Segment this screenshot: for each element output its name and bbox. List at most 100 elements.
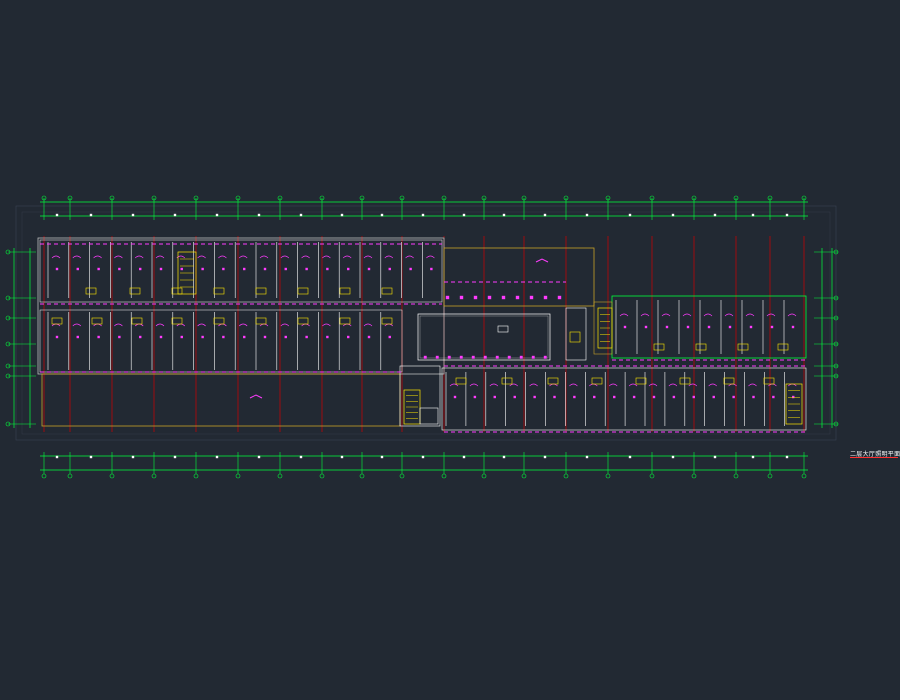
axis-bubble-bottom (691, 473, 697, 479)
light-fixture (134, 255, 144, 259)
axis-bubble-bottom (441, 473, 447, 479)
light-fixture (322, 323, 331, 327)
switch-mark (284, 267, 287, 271)
dimension-mark (380, 213, 384, 217)
bath-fixture (455, 377, 467, 385)
light-fixture (301, 255, 310, 259)
switch-mark (707, 325, 711, 329)
switch-mark (201, 267, 204, 271)
elevator-car (569, 331, 581, 343)
annotation-mark (535, 258, 549, 263)
switch-mark (613, 395, 616, 399)
light-fixture (197, 255, 206, 259)
atrium-symbol (497, 325, 509, 333)
switch-mark (644, 325, 648, 329)
bath-fixture (695, 343, 707, 351)
switch-mark (712, 395, 715, 399)
switch-mark (180, 335, 184, 339)
dimension-mark (628, 455, 632, 459)
switch-mark (326, 267, 329, 271)
atrium-fixture (507, 355, 511, 359)
switch-mark (76, 335, 80, 339)
room-partitions (40, 242, 806, 433)
light-fixture (405, 255, 414, 259)
axis-bubble-bottom (151, 473, 157, 479)
right-block-south-wing (441, 367, 807, 431)
atrium-fixture (459, 355, 463, 359)
atrium-fixture (471, 355, 475, 359)
column-grid-lines (43, 236, 805, 432)
switch-mark (573, 395, 576, 399)
switch-mark (242, 267, 246, 271)
bath-fixture (213, 287, 225, 295)
light-fixture (766, 313, 776, 317)
atrium-fixture (495, 355, 499, 359)
connector-fixture (445, 295, 450, 300)
switch-mark (686, 325, 690, 329)
light-fixture (668, 383, 678, 387)
axis-bubble-bottom (277, 473, 283, 479)
connector-fixture (487, 295, 492, 300)
connector-fixture (501, 295, 506, 300)
bath-fixture (339, 317, 351, 325)
switch-mark (367, 267, 371, 271)
light-fixture (529, 383, 538, 387)
switch-mark (138, 267, 142, 271)
switch-mark (326, 335, 329, 339)
light-fixture (724, 313, 734, 317)
dimension-mark (421, 455, 425, 459)
switch-mark (118, 267, 121, 271)
atrium-fixture (531, 355, 535, 359)
dimension-mark (299, 455, 303, 459)
axis-bubble-bottom (235, 473, 241, 479)
dimension-mark (55, 213, 59, 217)
light-fixture (114, 323, 123, 327)
switch-mark (728, 325, 732, 329)
axis-bubble-bottom (319, 473, 325, 479)
dimension-mark (585, 213, 589, 217)
switch-mark (284, 335, 287, 339)
light-fixture (218, 255, 227, 259)
connector-fixture (557, 295, 562, 300)
connector-fixture (515, 295, 520, 300)
light-fixture (114, 255, 123, 259)
outer-frame (15, 205, 837, 441)
dimension-mark (299, 213, 303, 217)
elevator-left (419, 407, 439, 425)
light-fixture (682, 313, 692, 317)
axis-bubble-bottom (109, 473, 115, 479)
bath-fixture (547, 377, 559, 385)
light-fixture (51, 255, 61, 259)
bath-fixture (131, 317, 143, 325)
axis-bubble-bottom (41, 473, 47, 479)
light-fixture (569, 383, 578, 387)
switch-mark (263, 267, 267, 271)
dimension-mark (543, 455, 547, 459)
switch-mark (201, 335, 204, 339)
switch-mark (55, 267, 59, 271)
left-block-outline (37, 237, 445, 375)
light-fixture (363, 323, 373, 327)
dimension-mark (173, 213, 177, 217)
bath-fixture (737, 343, 749, 351)
switch-mark (772, 395, 775, 399)
axis-bubble-bottom (399, 473, 405, 479)
annotation-mark (249, 394, 263, 399)
light-fixture (72, 255, 82, 259)
axis-bubble-bottom (801, 473, 807, 479)
dimension-mark (421, 213, 425, 217)
switch-mark (632, 395, 636, 399)
left-block-south-wing (39, 309, 403, 373)
light-fixture (745, 313, 755, 317)
light-fixture (703, 313, 713, 317)
switch-mark (55, 335, 59, 339)
dimension-mark (89, 213, 93, 217)
dimension-mark (89, 455, 93, 459)
dimension-mark (462, 213, 466, 217)
dimension-mark (543, 213, 547, 217)
switch-mark (791, 325, 795, 329)
light-fixture (259, 255, 269, 259)
connector-fixture (473, 295, 478, 300)
axis-bubble-bottom (649, 473, 655, 479)
switch-mark (159, 267, 163, 271)
